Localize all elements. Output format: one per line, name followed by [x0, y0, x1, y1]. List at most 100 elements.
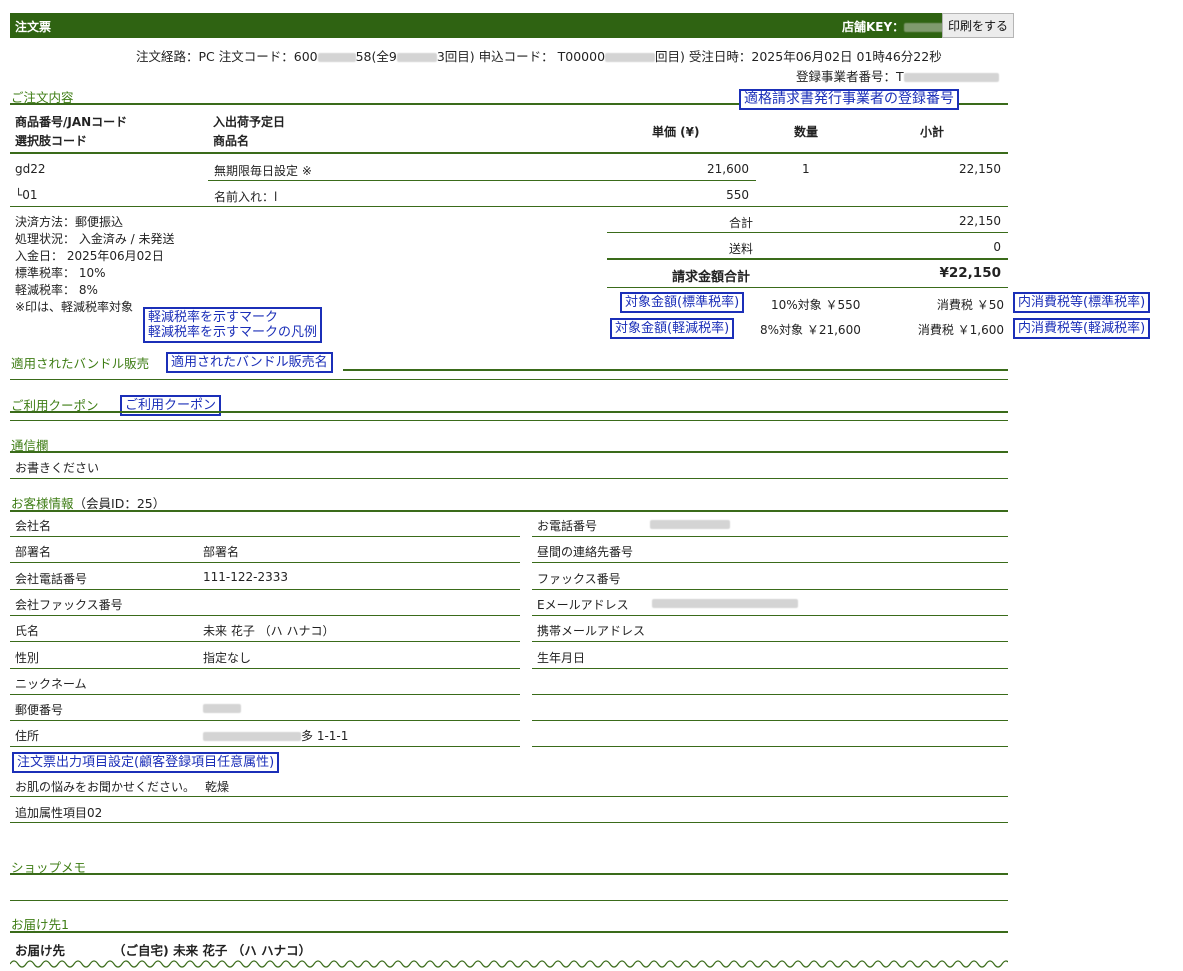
divider — [607, 258, 1008, 260]
item-name: 無期限毎日設定 ※ — [214, 164, 312, 178]
divider — [10, 693, 520, 695]
customer-field-label: ファックス番号 — [537, 571, 621, 586]
divider — [10, 420, 1008, 421]
annotation-inner-tax-reduced: 内消費税等(軽減税率) — [1013, 318, 1151, 339]
reduced-tax-note: ※印は、軽減税率対象 — [15, 300, 134, 314]
registered-business-number: 登録事業者番号：T — [796, 66, 999, 85]
annotation-target-reduced: 対象金額(軽減税率) — [610, 318, 735, 339]
divider — [10, 667, 520, 669]
option-code: └01 — [15, 188, 38, 202]
col-header-code-1: 商品番号/JANコード — [15, 115, 128, 129]
divider — [607, 287, 1008, 288]
divider — [532, 746, 1008, 748]
standard-target-amount: 10%対象 ￥550 — [771, 298, 861, 312]
customer-field-label: 部署名 — [15, 545, 52, 560]
customer-field-value: 未来 花子 （ハ ハナコ） — [203, 624, 335, 639]
divider — [10, 931, 1008, 933]
print-button[interactable]: 印刷をする — [942, 13, 1014, 38]
divider — [10, 536, 520, 537]
customer-field-label: お電話番号 — [537, 519, 598, 533]
col-header-code-2: 選択肢コード — [15, 134, 88, 148]
divider — [10, 900, 1008, 901]
col-header-name-2: 商品名 — [213, 134, 250, 148]
shipping-label: 送料 — [729, 242, 754, 256]
store-key-label: 店舗KEY： — [842, 18, 945, 35]
divider — [10, 478, 1008, 479]
divider — [532, 641, 1008, 643]
annotation-bundle-name: 適用されたバンドル販売名 — [166, 352, 333, 373]
customer-id: （会員ID：25） — [73, 496, 166, 511]
divider — [10, 152, 1008, 154]
customer-field-value: 部署名 — [203, 545, 240, 560]
customer-field-value: 指定なし — [203, 650, 252, 665]
item-price: 21,600 — [707, 162, 749, 176]
reduced-target-amount: 8%対象 ￥21,600 — [760, 323, 861, 337]
col-header-subtotal: 小計 — [920, 125, 945, 139]
divider — [10, 562, 520, 564]
divider — [532, 588, 1008, 590]
billing-total-label: 請求金額合計 — [672, 270, 751, 285]
customer-field-label: 会社名 — [15, 519, 52, 533]
divider — [607, 232, 1008, 233]
customer-field-label: 会社電話番号 — [15, 571, 88, 586]
divider — [208, 180, 756, 181]
total-value: 22,150 — [959, 214, 1001, 228]
delivery-label: お届け先 — [15, 943, 66, 958]
annotation-invoice-reg: 適格請求書発行事業者の登録番号 — [739, 89, 959, 110]
customer-field-label: Eメールアドレス — [537, 597, 629, 612]
customer-field-label: 携帯メールアドレス — [537, 624, 646, 639]
payment-date: 入金日： 2025年06月02日 — [15, 249, 164, 263]
divider — [10, 451, 1008, 453]
customer-field-label: 昼間の連絡先番号 — [537, 545, 634, 560]
billing-total-value: ¥22,150 — [939, 265, 1002, 281]
custom-attr-label: お肌の悩みをお聞かせください。 — [15, 780, 196, 794]
divider — [532, 562, 1008, 564]
divider — [10, 510, 1008, 512]
page-title: 注文票 — [15, 20, 52, 34]
reduced-tax-rate: 軽減税率： 8% — [15, 283, 98, 297]
message-value: お書きください — [15, 461, 100, 475]
customer-field-label: 生年月日 — [537, 650, 586, 665]
bundle-section-title: 適用されたバンドル販売 — [11, 356, 150, 371]
customer-field-label: ニックネーム — [15, 676, 87, 691]
divider — [10, 588, 520, 590]
customer-field-value — [652, 596, 798, 610]
divider — [10, 379, 1008, 380]
annotation-target-standard: 対象金額(標準税率) — [620, 292, 745, 313]
standard-tax-amount: 消費税 ￥50 — [936, 298, 1004, 312]
customer-field-value — [650, 517, 730, 531]
item-code: gd22 — [15, 162, 46, 176]
shipping-value: 0 — [993, 240, 1001, 254]
divider — [532, 667, 1008, 669]
divider — [10, 641, 520, 643]
divider — [10, 720, 520, 722]
item-subtotal: 22,150 — [959, 162, 1001, 176]
customer-field-label: 会社ファックス番号 — [15, 597, 123, 612]
customer-field-value — [203, 701, 241, 715]
divider — [10, 746, 520, 748]
divider — [10, 206, 1008, 207]
order-route-info: 注文経路：PC 注文コード：600 58(全9 3回目) 申込コード： T00000… — [136, 49, 942, 64]
payment-method: 決済方法：郵便振込 — [15, 215, 124, 229]
divider — [532, 693, 1008, 695]
customer-field-label: 住所 — [15, 729, 40, 744]
col-header-qty: 数量 — [794, 125, 819, 139]
item-qty: 1 — [802, 162, 810, 176]
col-header-name-1: 入出荷予定日 — [213, 115, 286, 129]
divider — [10, 614, 520, 616]
customer-field-label: 氏名 — [15, 624, 40, 639]
divider — [532, 614, 1008, 616]
option-name: 名前入れ：l — [214, 190, 278, 204]
delivery-value: （ご自宅) 未来 花子 （ハ ハナコ） — [113, 943, 312, 958]
divider — [10, 873, 1008, 875]
custom-attr-value: 乾燥 — [205, 780, 230, 794]
divider — [343, 369, 1008, 371]
option-price: 550 — [726, 188, 749, 202]
total-label: 合計 — [729, 216, 754, 230]
divider — [532, 720, 1008, 722]
col-header-price: 単価 (¥) — [652, 125, 700, 139]
customer-field-label: 郵便番号 — [15, 703, 64, 718]
annotation-output-setting: 注文票出力項目設定(顧客登録項目任意属性) — [12, 752, 280, 773]
annotation-inner-tax-standard: 内消費税等(標準税率) — [1013, 292, 1151, 313]
reduced-tax-amount: 消費税 ￥1,600 — [917, 323, 1004, 337]
